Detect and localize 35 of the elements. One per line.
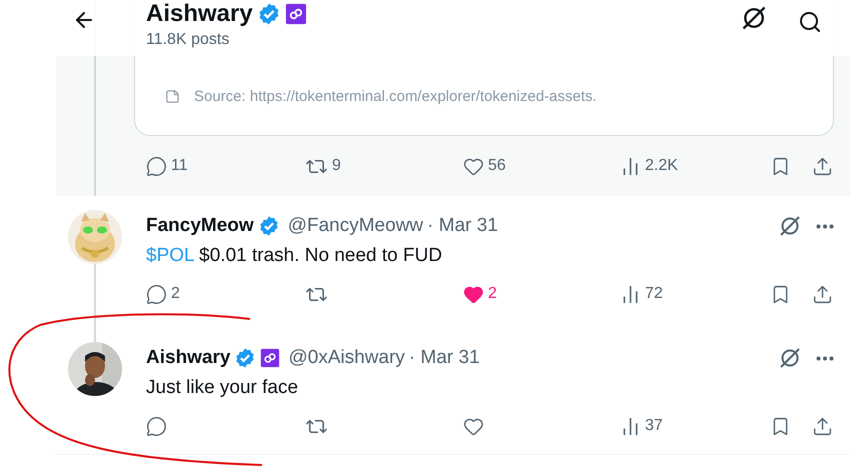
reply-icon: [146, 416, 167, 436]
note-icon: [165, 89, 180, 104]
slashed-circle-icon[interactable]: [740, 4, 768, 32]
author-handle[interactable]: @0xAishwary: [288, 347, 405, 369]
post-date[interactable]: · Mar 31: [408, 347, 480, 369]
like-button[interactable]: 2: [463, 284, 620, 304]
views-button[interactable]: 37: [620, 416, 740, 436]
slashed-circle-icon[interactable]: [778, 346, 802, 370]
author-name[interactable]: FancyMeow: [146, 215, 254, 237]
share-icon: [812, 156, 832, 176]
author-name[interactable]: Aishwary: [146, 347, 230, 369]
author-handle[interactable]: @FancyMeoww: [288, 215, 424, 237]
reply-button[interactable]: 2: [146, 284, 305, 304]
reply-text: Just like your face: [146, 377, 298, 398]
post-count: 11.8K posts: [146, 30, 230, 50]
heart-icon: [463, 284, 484, 304]
reply-icon: [146, 284, 167, 304]
views-button[interactable]: 2.2K: [620, 156, 740, 176]
share-icon: [812, 284, 832, 304]
share-icon: [812, 416, 832, 436]
slashed-circle-icon[interactable]: [778, 214, 802, 238]
heart-icon: [463, 156, 484, 176]
views-button[interactable]: 72: [620, 284, 740, 304]
reply-icon: [146, 156, 167, 176]
repost-button[interactable]: 9: [305, 154, 463, 178]
source-note: Source: https://tokenterminal.com/explorer/tokenized-assets.: [194, 88, 597, 105]
like-button[interactable]: 56: [463, 156, 620, 176]
profile-name: Aishwary: [146, 0, 253, 29]
more-icon[interactable]: [816, 356, 834, 360]
post-date[interactable]: · Mar 31: [427, 215, 498, 237]
reply-text: $0.01 trash. No need to FUD: [199, 245, 442, 266]
heart-icon: [463, 416, 484, 436]
more-icon[interactable]: [816, 224, 834, 228]
reply-button[interactable]: 11: [146, 156, 305, 176]
search-icon: [798, 10, 822, 34]
